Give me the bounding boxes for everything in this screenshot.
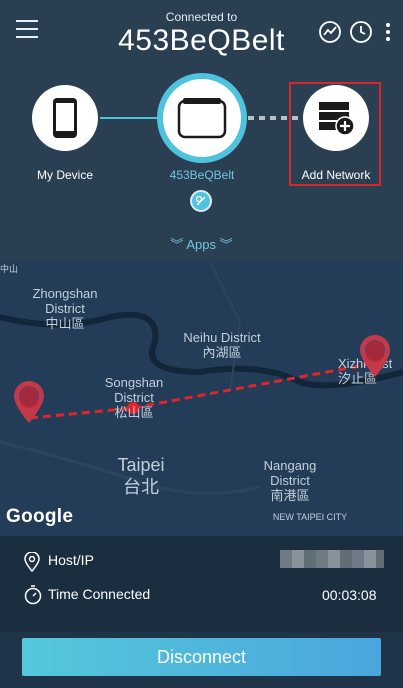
connection-info: Host/IP Time Connected 00:03:08 [0,536,403,632]
host-row: Host/IP [0,548,403,578]
time-row: Time Connected 00:03:08 [0,582,403,612]
time-connected-value: 00:03:08 [322,587,377,603]
nas-label: 453BeQBelt [169,168,235,182]
nas-icon [177,98,227,139]
add-server-icon [319,102,355,136]
connection-status-badge [190,190,212,212]
location-pin-icon[interactable] [358,334,392,378]
my-device-label: My Device [36,168,93,182]
nas-node[interactable] [157,73,247,163]
location-icon [24,552,40,572]
time-connected-label: Time Connected [48,586,151,602]
map-label-new-taipei: NEW TAIPEI CITY [272,512,348,522]
phone-icon [53,98,77,138]
header-panel: Connected to 453BeQBelt My Device 453BeQ… [0,0,403,262]
map-label-zhongshan: Zhongshan District 中山區 [32,286,98,331]
apps-label: Apps [186,237,216,252]
disconnect-button[interactable]: Disconnect [22,638,381,676]
location-pin-icon[interactable] [12,380,46,424]
host-ip-redacted [280,550,384,568]
host-label: Host/IP [48,552,94,568]
chevron-down-icon: ︾ [170,237,184,252]
map-label-nangang: Nangang District 南港區 [263,458,317,503]
apps-toggle[interactable]: ︾ Apps ︾ [0,234,403,253]
satellite-icon [195,195,206,206]
map-view[interactable]: 中山 Zhongshan District 中山區 Neihu District 內… [0,262,403,536]
add-network-node[interactable] [303,85,369,151]
add-network-label[interactable]: Add Network [276,168,396,182]
stopwatch-icon [24,585,42,605]
chevron-down-icon: ︾ [219,237,233,252]
bottom-bar: Disconnect [0,632,403,688]
map-corner-label: 中山 [0,264,19,274]
google-logo: Google [6,506,74,527]
my-device-node[interactable] [32,85,98,151]
map-label-taipei: Taipei 台北 [117,455,165,497]
map-label-songshan: Songshan District 松山區 [104,375,164,420]
map-label-neihu: Neihu District 內湖區 [183,330,261,360]
